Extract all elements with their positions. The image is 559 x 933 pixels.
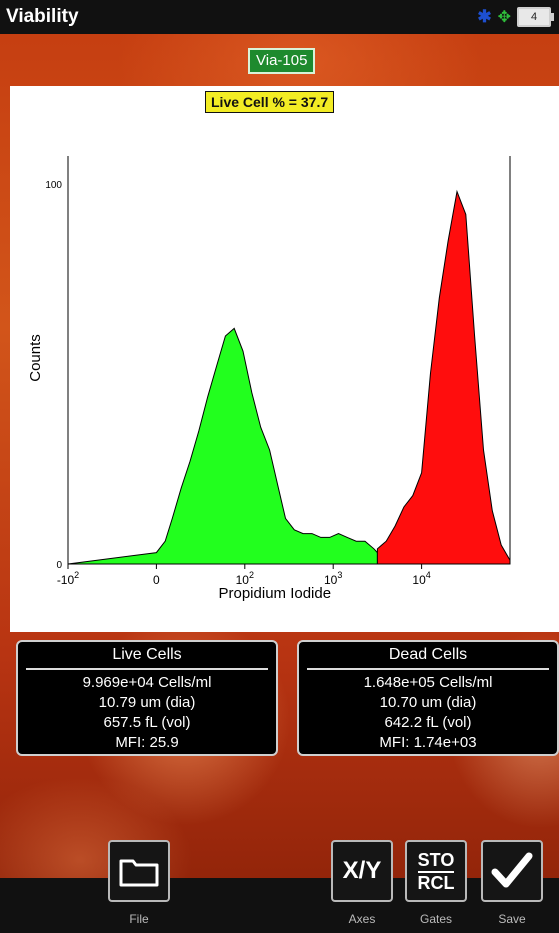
dead-cells-title: Dead Cells xyxy=(388,646,468,663)
live-cells-mfi: MFI: 25.9 xyxy=(115,734,179,751)
gates-store-text: STO xyxy=(417,850,455,873)
gates-recall-text: RCL xyxy=(417,872,455,893)
y-tick-label: 0 xyxy=(56,560,62,571)
file-button[interactable] xyxy=(108,840,170,902)
axes-button[interactable]: X/Y xyxy=(331,840,393,902)
save-label: Save xyxy=(498,912,526,926)
x-tick-exponent: 2 xyxy=(74,570,79,580)
app-title: Viability xyxy=(6,6,79,27)
dead-cells-mfi: MFI: 1.74e+03 xyxy=(379,734,477,751)
axes-icon: X/Y xyxy=(342,857,382,884)
dead-cells-diameter: 10.70 um (dia) xyxy=(379,694,477,711)
histogram-series-area xyxy=(376,189,511,565)
live-cells-volume: 657.5 fL (vol) xyxy=(103,714,191,731)
dead-cells-concentration: 1.648e+05 Cells/ml xyxy=(363,674,493,691)
viability-histogram: 0100-102 0 102 103 104Propidium IodideCounts xyxy=(27,156,511,602)
live-cells-concentration: 9.969e+04 Cells/ml xyxy=(82,674,212,691)
usb-icon: ✥ xyxy=(497,9,511,26)
bottom-toolbar xyxy=(0,878,559,933)
x-tick-label: -102 xyxy=(57,570,79,587)
dead-cells-divider xyxy=(307,668,549,670)
live-cells-diameter: 10.79 um (dia) xyxy=(98,694,196,711)
x-tick-label: 104 xyxy=(412,570,430,587)
dead-cells-card: Dead Cells 1.648e+05 Cells/ml 10.70 um (… xyxy=(297,640,559,756)
bluetooth-icon: ✱ xyxy=(477,7,492,26)
battery-level-label: 4 xyxy=(530,11,538,23)
live-cells-title: Live Cells xyxy=(112,646,182,663)
folder-icon xyxy=(119,859,159,887)
gates-label: Gates xyxy=(419,912,452,926)
x-tick-exponent: 3 xyxy=(337,570,342,580)
dead-cells-volume: 642.2 fL (vol) xyxy=(384,714,472,731)
histogram-series-area xyxy=(67,327,378,565)
histogram-panel: 0 100 -102 0 102 103 104 Propidium Iodide Counts… xyxy=(10,86,559,632)
live-cells-divider xyxy=(26,668,268,670)
x-tick-exponent: 4 xyxy=(426,570,431,580)
app-window: Viability ✱ ✥ 4 Via-105 0 100 -102 0 102 103 1… xyxy=(0,0,559,933)
battery-icon: 4 xyxy=(517,7,554,27)
x-axis-title: Propidium Iodide xyxy=(219,585,332,602)
axes-label: Axes xyxy=(348,912,376,926)
status-icons: ✱ ✥ 4 xyxy=(477,7,554,27)
x-tick-label: 0 xyxy=(153,573,160,587)
status-bar: Viability ✱ ✥ 4 xyxy=(0,0,559,34)
x-tick-exponent: 2 xyxy=(249,570,254,580)
y-axis-title: Counts xyxy=(27,334,44,382)
y-tick-label: 100 xyxy=(45,180,62,191)
live-cell-percent-label: Live Cell % = 37.7 xyxy=(205,91,335,113)
file-label: File xyxy=(129,912,149,926)
live-cells-card: Live Cells 9.969e+04 Cells/ml 10.79 um (… xyxy=(16,640,278,756)
sample-id-badge: Via-105 xyxy=(248,48,316,74)
gates-button[interactable]: STO RCL xyxy=(405,840,467,902)
save-button[interactable] xyxy=(481,840,543,902)
checkmark-icon xyxy=(491,852,533,888)
